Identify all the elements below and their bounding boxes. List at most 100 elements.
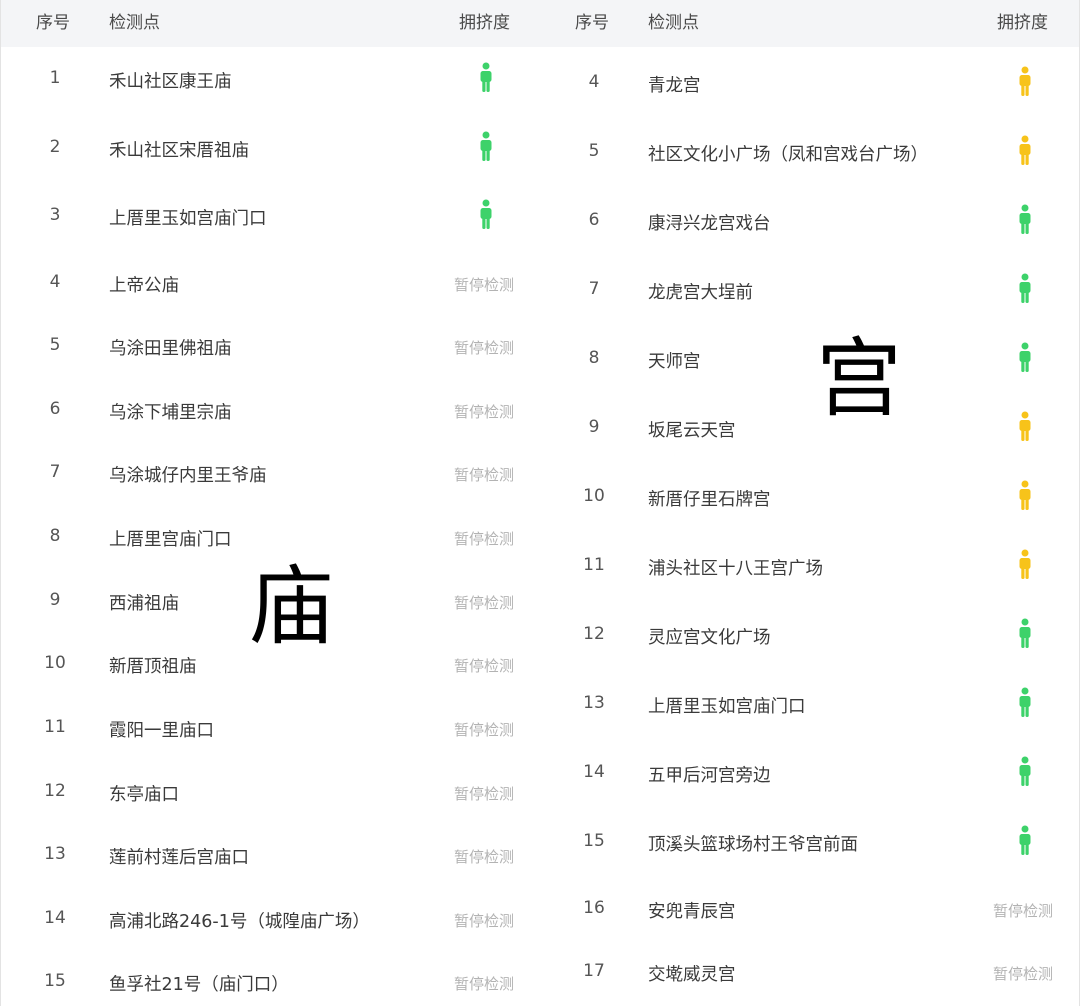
person-icon <box>1017 66 1033 98</box>
location-name: 坂尾云天宫 <box>648 421 736 441</box>
person-icon <box>1017 549 1033 581</box>
table-header: 序号 检测点 拥挤度 <box>1 0 540 47</box>
row-number: 17 <box>583 961 605 981</box>
paused-status: 暂停检测 <box>454 848 515 866</box>
person-icon <box>1017 204 1033 236</box>
person-icon <box>1017 618 1033 650</box>
location-name: 上厝里宫庙门口 <box>109 530 232 550</box>
location-name: 上厝里玉如宫庙门口 <box>648 697 806 717</box>
left-table: 序号 检测点 拥挤度 1 禾山社区康王庙 2 禾山社区宋厝祖庙 3 上厝里玉如宫庙门口 4 上… <box>0 0 540 1006</box>
row-number: 8 <box>49 526 61 546</box>
table-row: 9 坂尾云天宫 <box>540 409 1079 449</box>
person-icon <box>1017 135 1033 167</box>
person-icon <box>1017 411 1033 443</box>
person-icon <box>1017 342 1033 374</box>
header-location: 检测点 <box>109 13 160 33</box>
row-number: 8 <box>588 348 600 368</box>
table-row: 2 禾山社区宋厝祖庙 <box>1 129 540 169</box>
row-number: 10 <box>44 653 66 673</box>
table-row: 8 天师宫 <box>540 340 1079 380</box>
row-number: 3 <box>49 205 61 225</box>
row-number: 6 <box>588 210 600 230</box>
row-number: 9 <box>49 590 61 610</box>
table-row: 17 交墘威灵宫 暂停检测 <box>540 953 1079 993</box>
header-num: 序号 <box>575 13 609 33</box>
table-row: 7 乌涂城仔内里王爷庙 暂停检测 <box>1 454 540 494</box>
table-row: 4 上帝公庙 暂停检测 <box>1 264 540 304</box>
row-number: 2 <box>49 137 61 157</box>
row-number: 6 <box>49 399 61 419</box>
row-number: 12 <box>583 624 605 644</box>
paused-status: 暂停检测 <box>993 902 1054 920</box>
location-name: 乌涂下埔里宗庙 <box>109 403 232 423</box>
table-row: 12 东亭庙口 暂停检测 <box>1 773 540 813</box>
row-number: 4 <box>49 272 61 292</box>
table-row: 3 上厝里玉如宫庙门口 <box>1 197 540 237</box>
header-crowd: 拥挤度 <box>997 13 1048 33</box>
location-name: 乌涂田里佛祖庙 <box>109 339 232 359</box>
location-name: 浦头社区十八王宫广场 <box>648 559 823 579</box>
table-row: 11 霞阳一里庙口 暂停检测 <box>1 709 540 749</box>
paused-status: 暂停检测 <box>993 965 1054 983</box>
location-name: 新厝仔里石牌宫 <box>648 490 771 510</box>
row-number: 5 <box>49 335 61 355</box>
location-name: 五甲后河宫旁边 <box>648 766 771 786</box>
table-row: 6 乌涂下埔里宗庙 暂停检测 <box>1 391 540 431</box>
location-name: 乌涂城仔内里王爷庙 <box>109 466 267 486</box>
location-name: 天师宫 <box>648 352 701 372</box>
row-number: 11 <box>583 555 605 575</box>
table-row: 16 安兜青辰宫 暂停检测 <box>540 890 1079 930</box>
paused-status: 暂停检测 <box>454 276 515 294</box>
location-name: 社区文化小广场（凤和宫戏台广场） <box>648 145 928 165</box>
table-header: 序号 检测点 拥挤度 <box>540 0 1079 47</box>
row-number: 5 <box>588 141 600 161</box>
paused-status: 暂停检测 <box>454 912 515 930</box>
location-name: 青龙宫 <box>648 76 701 96</box>
person-icon <box>1017 687 1033 719</box>
row-number: 9 <box>588 417 600 437</box>
paused-status: 暂停检测 <box>454 339 515 357</box>
location-name: 西浦祖庙 <box>109 594 179 614</box>
person-icon <box>1017 273 1033 305</box>
person-icon <box>478 62 494 94</box>
table-row: 7 龙虎宫大埕前 <box>540 271 1079 311</box>
row-number: 16 <box>583 898 605 918</box>
row-number: 4 <box>588 72 600 92</box>
row-number: 10 <box>583 486 605 506</box>
right-table: 序号 检测点 拥挤度 4 青龙宫 5 社区文化小广场（凤和宫戏台广场） 6 康浔兴龙宫戏台… <box>540 0 1080 1006</box>
person-icon <box>478 199 494 231</box>
row-number: 15 <box>44 971 66 991</box>
paused-status: 暂停检测 <box>454 975 515 993</box>
location-name: 禾山社区康王庙 <box>109 72 232 92</box>
table-row: 14 五甲后河宫旁边 <box>540 754 1079 794</box>
location-name: 交墘威灵宫 <box>648 965 736 985</box>
paused-status: 暂停检测 <box>454 530 515 548</box>
location-name: 禾山社区宋厝祖庙 <box>109 141 249 161</box>
overlay-char-miao: 庙 <box>248 557 334 657</box>
header-crowd: 拥挤度 <box>459 13 510 33</box>
location-name: 安兜青辰宫 <box>648 902 736 922</box>
table-row: 13 莲前村莲后宫庙口 暂停检测 <box>1 836 540 876</box>
row-number: 7 <box>588 279 600 299</box>
row-number: 13 <box>44 844 66 864</box>
table-row: 5 乌涂田里佛祖庙 暂停检测 <box>1 327 540 367</box>
table-row: 12 灵应宫文化广场 <box>540 616 1079 656</box>
person-icon <box>478 131 494 163</box>
table-row: 6 康浔兴龙宫戏台 <box>540 202 1079 242</box>
table-row: 15 顶溪头篮球场村王爷宫前面 <box>540 823 1079 863</box>
paused-status: 暂停检测 <box>454 785 515 803</box>
table-row: 14 高浦北路246-1号（城隍庙广场） 暂停检测 <box>1 900 540 940</box>
person-icon <box>1017 480 1033 512</box>
location-name: 霞阳一里庙口 <box>109 721 214 741</box>
location-name: 新厝顶祖庙 <box>109 657 197 677</box>
row-number: 14 <box>583 762 605 782</box>
location-name: 东亭庙口 <box>109 785 179 805</box>
location-name: 鱼孚社21号（庙门口） <box>109 975 289 995</box>
paused-status: 暂停检测 <box>454 721 515 739</box>
table-row: 11 浦头社区十八王宫广场 <box>540 547 1079 587</box>
header-num: 序号 <box>36 13 70 33</box>
location-name: 莲前村莲后宫庙口 <box>109 848 249 868</box>
table-row: 4 青龙宫 <box>540 64 1079 104</box>
location-name: 高浦北路246-1号（城隍庙广场） <box>109 912 370 932</box>
header-location: 检测点 <box>648 13 699 33</box>
